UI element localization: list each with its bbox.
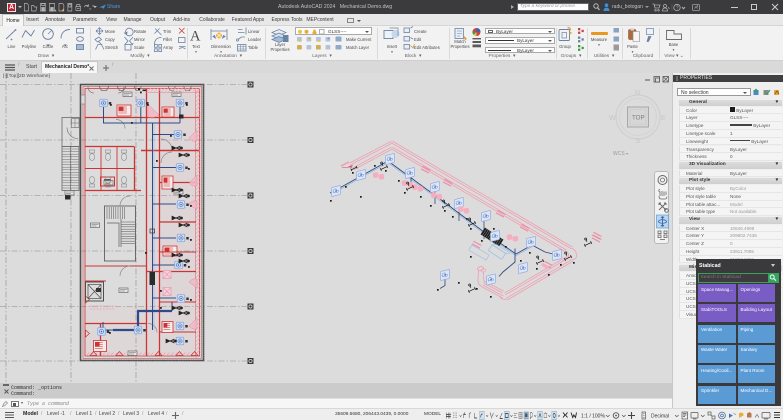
svg-text:TOP: TOP <box>632 115 645 122</box>
svg-text:E: E <box>661 115 666 122</box>
svg-text:W: W <box>609 115 616 122</box>
svg-text:?: ? <box>676 5 679 11</box>
svg-text:1:1 / 100%: 1:1 / 100% <box>581 413 605 419</box>
svg-text:Decimal: Decimal <box>651 413 669 419</box>
svg-text:N: N <box>635 90 640 97</box>
svg-text:S: S <box>636 138 641 145</box>
svg-text:A: A <box>190 29 201 45</box>
